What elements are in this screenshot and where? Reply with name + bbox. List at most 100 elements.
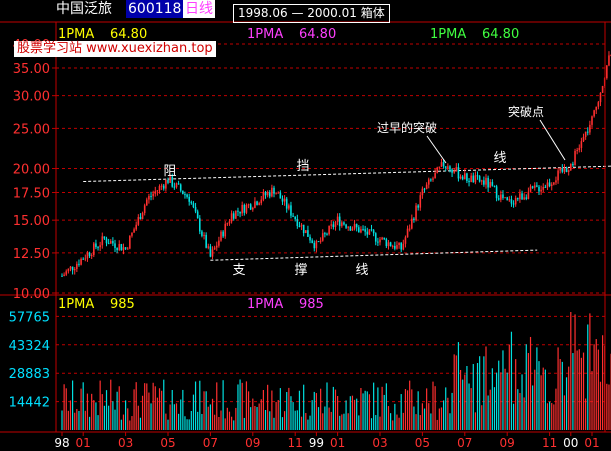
candle-body <box>565 167 568 173</box>
candle-body <box>341 222 343 227</box>
candle-body <box>141 212 144 220</box>
candle-body <box>423 188 426 190</box>
candle-body <box>485 177 487 185</box>
candle-body <box>362 229 364 231</box>
candle-body <box>470 175 472 183</box>
candle-body <box>536 185 538 187</box>
candle-body <box>512 203 515 205</box>
candle-body <box>332 224 335 227</box>
volume-legend-value: 985 <box>110 297 135 312</box>
candle-body <box>472 175 475 183</box>
candle-body <box>372 230 375 234</box>
support-line <box>210 249 538 261</box>
candle-body <box>154 191 157 194</box>
time-tick-label: 03 <box>372 436 387 450</box>
price-legend-name: 1PMA <box>430 27 466 42</box>
candle-body <box>451 169 453 173</box>
volume-bars <box>61 312 611 430</box>
watermark-banner: 股票学习站 www.xuexizhan.top <box>14 41 216 57</box>
candle-body <box>374 233 377 242</box>
candle-body <box>432 178 434 180</box>
candle-body <box>252 207 254 210</box>
candle-body <box>436 167 439 173</box>
candle-body <box>321 233 324 241</box>
candle-body <box>591 116 593 125</box>
candle-body <box>73 268 76 271</box>
candle-body <box>413 218 415 221</box>
candle-body <box>95 243 97 248</box>
candle-body <box>190 201 193 204</box>
candle-body <box>228 221 231 224</box>
candle-body <box>502 194 504 198</box>
candle-body <box>595 106 598 111</box>
candle-body <box>207 246 210 248</box>
candle-body <box>143 205 146 213</box>
candle-body <box>383 237 386 240</box>
candle-body <box>90 255 93 257</box>
candle-body <box>608 55 610 66</box>
candle-body <box>504 197 506 199</box>
candle-body <box>201 231 203 236</box>
candle-body <box>186 194 188 197</box>
support-trendline <box>210 249 538 261</box>
candle-body <box>457 167 460 179</box>
time-tick-label: 01 <box>330 436 345 450</box>
candle-body <box>124 247 127 249</box>
candle-body <box>232 213 235 219</box>
time-tick-label: 00 <box>563 436 578 450</box>
candle-body <box>396 245 398 249</box>
candle-body <box>514 197 517 205</box>
time-tick-label: 98 <box>54 436 69 450</box>
candle-body <box>411 218 413 229</box>
candle-body <box>118 244 121 251</box>
price-legend-name: 1PMA <box>58 27 94 42</box>
candle-body <box>430 179 432 181</box>
volume-legend-value: 985 <box>299 297 324 312</box>
candle-body <box>109 241 112 244</box>
candle-body <box>148 196 150 200</box>
candle-body <box>69 266 72 269</box>
period-label[interactable]: 日线 <box>183 0 215 18</box>
stock-code[interactable]: 600118 <box>126 0 184 18</box>
candle-body <box>300 224 303 227</box>
candle-body <box>544 186 547 188</box>
candle-body <box>150 196 152 198</box>
candle-body <box>364 229 366 232</box>
candle-body <box>315 241 318 249</box>
candle-body <box>529 186 532 192</box>
candle-body <box>531 186 534 188</box>
candle-body <box>442 162 445 167</box>
candle-body <box>61 275 63 277</box>
time-tick-label: 11 <box>288 436 303 450</box>
candle-body <box>582 136 585 142</box>
candle-body <box>328 225 330 235</box>
candle-body <box>273 187 275 194</box>
price-legend-name: 1PMA <box>247 27 283 42</box>
candle-body <box>355 224 358 228</box>
annotation-label: 挡 <box>296 159 309 174</box>
candle-body <box>557 170 559 181</box>
candle-body <box>377 241 379 243</box>
candle-body <box>298 226 301 228</box>
candle-body <box>478 176 481 182</box>
candle-body <box>523 197 525 200</box>
candle-body <box>391 245 394 247</box>
candle-body <box>421 188 424 196</box>
price-tick-label: 30.00 <box>13 90 50 105</box>
candle-body <box>277 192 280 194</box>
price-tick-label: 25.00 <box>13 122 50 137</box>
price-legend-value: 64.80 <box>299 27 336 42</box>
candle-body <box>158 186 161 191</box>
candle-body <box>368 229 371 235</box>
candle-body <box>311 240 313 243</box>
candle-body <box>434 172 436 179</box>
candle-body <box>319 240 322 242</box>
candle-body <box>601 86 604 93</box>
candle-body <box>480 180 483 182</box>
candle-body <box>294 216 296 220</box>
candle-body <box>177 183 180 185</box>
annotation-label: 阻 <box>163 164 176 179</box>
annotation-label: 线 <box>493 151 506 166</box>
candle-body <box>209 246 212 257</box>
candle-body <box>425 184 428 189</box>
